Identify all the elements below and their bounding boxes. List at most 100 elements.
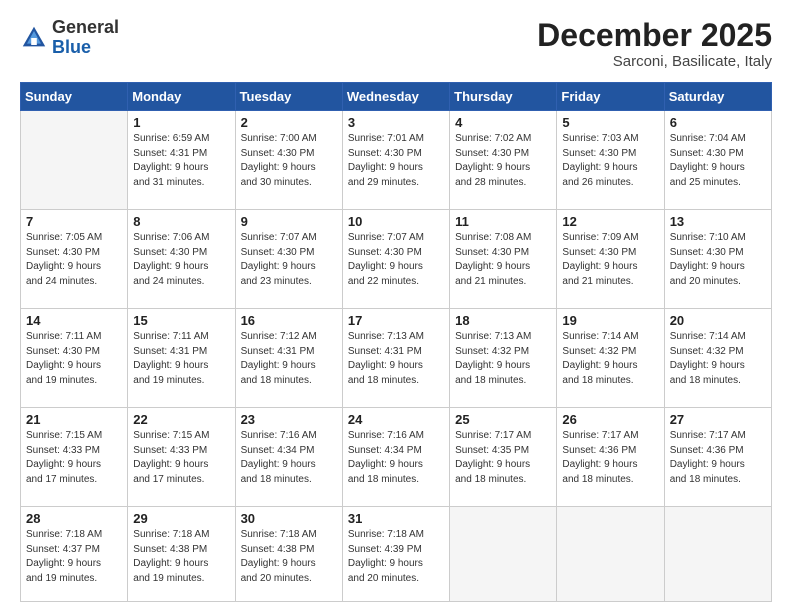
calendar-header-wednesday: Wednesday (342, 83, 449, 111)
day-info: Sunrise: 7:07 AM Sunset: 4:30 PM Dayligh… (241, 231, 337, 289)
day-number: 8 (133, 214, 229, 229)
logo-text: General Blue (52, 18, 119, 58)
day-info: Sunrise: 7:15 AM Sunset: 4:33 PM Dayligh… (133, 429, 229, 487)
calendar-cell: 24Sunrise: 7:16 AM Sunset: 4:34 PM Dayli… (342, 408, 449, 507)
day-number: 12 (562, 214, 658, 229)
day-number: 19 (562, 313, 658, 328)
calendar-cell: 19 Sunrise: 7:14 AM Sunset: 4:32 PM Dayli… (557, 309, 664, 408)
location-title: Sarconi, Basilicate, Italy (537, 53, 772, 70)
day-number: 15 (133, 313, 229, 328)
logo-icon (20, 24, 48, 52)
day-info: Sunrise: 7:16 AM Sunset: 4:34 PM Dayligh… (241, 429, 337, 487)
calendar-cell: 29Sunrise: 7:18 AM Sunset: 4:38 PM Dayli… (128, 507, 235, 602)
calendar-cell: 8 Sunrise: 7:06 AM Sunset: 4:30 PM Daylig… (128, 210, 235, 309)
header: General Blue December 2025 Sarconi, Basi… (20, 18, 772, 70)
day-info: Sunrise: 7:00 AM Sunset: 4:30 PM Dayligh… (241, 132, 337, 190)
page: General Blue December 2025 Sarconi, Basi… (0, 0, 792, 612)
calendar-cell: 10 Sunrise: 7:07 AM Sunset: 4:30 PM Dayli… (342, 210, 449, 309)
day-info: Sunrise: 7:17 AM Sunset: 4:35 PM Dayligh… (455, 429, 551, 487)
day-info: Sunrise: 7:17 AM Sunset: 4:36 PM Dayligh… (670, 429, 766, 487)
day-info: Sunrise: 6:59 AM Sunset: 4:31 PM Dayligh… (133, 132, 229, 190)
day-info: Sunrise: 7:12 AM Sunset: 4:31 PM Dayligh… (241, 330, 337, 388)
calendar-cell: 15 Sunrise: 7:11 AM Sunset: 4:31 PM Dayli… (128, 309, 235, 408)
logo-blue: Blue (52, 37, 91, 57)
day-info: Sunrise: 7:09 AM Sunset: 4:30 PM Dayligh… (562, 231, 658, 289)
day-number: 4 (455, 115, 551, 130)
month-title: December 2025 (537, 18, 772, 53)
calendar-cell: 1 Sunrise: 6:59 AM Sunset: 4:31 PM Daylig… (128, 111, 235, 210)
day-number: 17 (348, 313, 444, 328)
day-number: 14 (26, 313, 122, 328)
day-number: 29 (133, 511, 229, 526)
day-info: Sunrise: 7:03 AM Sunset: 4:30 PM Dayligh… (562, 132, 658, 190)
logo-general: General (52, 17, 119, 37)
calendar-cell: 16 Sunrise: 7:12 AM Sunset: 4:31 PM Dayli… (235, 309, 342, 408)
day-number: 9 (241, 214, 337, 229)
day-number: 6 (670, 115, 766, 130)
day-number: 1 (133, 115, 229, 130)
day-info: Sunrise: 7:02 AM Sunset: 4:30 PM Dayligh… (455, 132, 551, 190)
day-info: Sunrise: 7:10 AM Sunset: 4:30 PM Dayligh… (670, 231, 766, 289)
calendar-table: SundayMondayTuesdayWednesdayThursdayFrid… (20, 82, 772, 602)
day-number: 2 (241, 115, 337, 130)
calendar-week-row: 14 Sunrise: 7:11 AM Sunset: 4:30 PM Dayli… (21, 309, 772, 408)
calendar-cell: 28 Sunrise: 7:18 AM Sunset: 4:37 PM Dayli… (21, 507, 128, 602)
calendar-cell (664, 507, 771, 602)
calendar-cell: 27 Sunrise: 7:17 AM Sunset: 4:36 PM Dayli… (664, 408, 771, 507)
calendar-header-row: SundayMondayTuesdayWednesdayThursdayFrid… (21, 83, 772, 111)
calendar-header-sunday: Sunday (21, 83, 128, 111)
calendar-week-row: 21 Sunrise: 7:15 AM Sunset: 4:33 PM Dayli… (21, 408, 772, 507)
calendar-cell: 31 Sunrise: 7:18 AM Sunset: 4:39 PM Dayli… (342, 507, 449, 602)
day-number: 23 (241, 412, 337, 427)
calendar-cell: 7Sunrise: 7:05 AM Sunset: 4:30 PM Daylig… (21, 210, 128, 309)
day-number: 11 (455, 214, 551, 229)
calendar-cell: 3 Sunrise: 7:01 AM Sunset: 4:30 PM Daylig… (342, 111, 449, 210)
day-number: 20 (670, 313, 766, 328)
calendar-cell: 9 Sunrise: 7:07 AM Sunset: 4:30 PM Daylig… (235, 210, 342, 309)
calendar-cell: 2 Sunrise: 7:00 AM Sunset: 4:30 PM Daylig… (235, 111, 342, 210)
calendar-cell: 14 Sunrise: 7:11 AM Sunset: 4:30 PM Dayli… (21, 309, 128, 408)
day-number: 24 (348, 412, 444, 427)
day-info: Sunrise: 7:15 AM Sunset: 4:33 PM Dayligh… (26, 429, 122, 487)
day-info: Sunrise: 7:11 AM Sunset: 4:31 PM Dayligh… (133, 330, 229, 388)
day-number: 31 (348, 511, 444, 526)
calendar-week-row: 28 Sunrise: 7:18 AM Sunset: 4:37 PM Dayli… (21, 507, 772, 602)
calendar-cell (557, 507, 664, 602)
day-info: Sunrise: 7:07 AM Sunset: 4:30 PM Dayligh… (348, 231, 444, 289)
title-block: December 2025 Sarconi, Basilicate, Italy (537, 18, 772, 70)
logo: General Blue (20, 18, 119, 58)
calendar-cell (21, 111, 128, 210)
day-info: Sunrise: 7:18 AM Sunset: 4:39 PM Dayligh… (348, 528, 444, 586)
calendar-cell: 17Sunrise: 7:13 AM Sunset: 4:31 PM Dayli… (342, 309, 449, 408)
day-number: 25 (455, 412, 551, 427)
day-number: 22 (133, 412, 229, 427)
day-info: Sunrise: 7:06 AM Sunset: 4:30 PM Dayligh… (133, 231, 229, 289)
day-info: Sunrise: 7:04 AM Sunset: 4:30 PM Dayligh… (670, 132, 766, 190)
calendar-header-saturday: Saturday (664, 83, 771, 111)
calendar-header-monday: Monday (128, 83, 235, 111)
day-number: 3 (348, 115, 444, 130)
calendar-cell: 6 Sunrise: 7:04 AM Sunset: 4:30 PM Daylig… (664, 111, 771, 210)
day-info: Sunrise: 7:11 AM Sunset: 4:30 PM Dayligh… (26, 330, 122, 388)
day-info: Sunrise: 7:05 AM Sunset: 4:30 PM Dayligh… (26, 231, 122, 289)
day-number: 27 (670, 412, 766, 427)
day-number: 21 (26, 412, 122, 427)
calendar-cell: 4 Sunrise: 7:02 AM Sunset: 4:30 PM Daylig… (450, 111, 557, 210)
calendar-cell: 22 Sunrise: 7:15 AM Sunset: 4:33 PM Dayli… (128, 408, 235, 507)
calendar-cell: 18Sunrise: 7:13 AM Sunset: 4:32 PM Dayli… (450, 309, 557, 408)
day-number: 16 (241, 313, 337, 328)
day-info: Sunrise: 7:14 AM Sunset: 4:32 PM Dayligh… (562, 330, 658, 388)
calendar-cell: 30Sunrise: 7:18 AM Sunset: 4:38 PM Dayli… (235, 507, 342, 602)
calendar-header-thursday: Thursday (450, 83, 557, 111)
calendar-header-friday: Friday (557, 83, 664, 111)
day-number: 10 (348, 214, 444, 229)
calendar-cell: 11 Sunrise: 7:08 AM Sunset: 4:30 PM Dayli… (450, 210, 557, 309)
day-number: 13 (670, 214, 766, 229)
day-number: 18 (455, 313, 551, 328)
day-info: Sunrise: 7:14 AM Sunset: 4:32 PM Dayligh… (670, 330, 766, 388)
day-number: 28 (26, 511, 122, 526)
day-info: Sunrise: 7:08 AM Sunset: 4:30 PM Dayligh… (455, 231, 551, 289)
day-info: Sunrise: 7:18 AM Sunset: 4:37 PM Dayligh… (26, 528, 122, 586)
day-info: Sunrise: 7:01 AM Sunset: 4:30 PM Dayligh… (348, 132, 444, 190)
calendar-week-row: 1 Sunrise: 6:59 AM Sunset: 4:31 PM Daylig… (21, 111, 772, 210)
